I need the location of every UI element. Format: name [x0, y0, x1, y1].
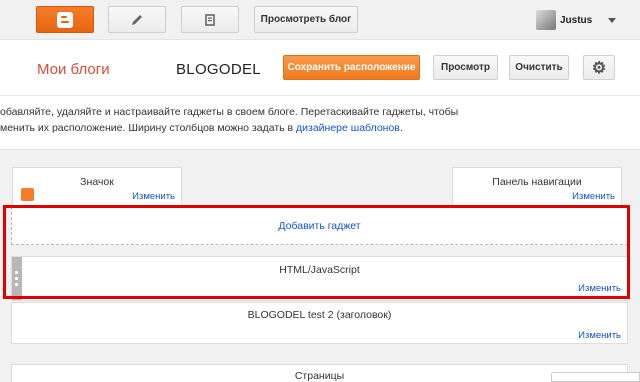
edit-link[interactable]: Изменить — [132, 191, 175, 202]
description-line-1: обавляйте, удаляйте и настраивайте гадже… — [0, 106, 459, 118]
grip-dot-icon — [15, 277, 18, 280]
gadget-title: BLOGODEL test 2 (заголовок) — [247, 309, 392, 321]
preview-button[interactable]: Просмотр — [433, 55, 498, 80]
edit-link[interactable]: Изменить — [578, 283, 621, 294]
my-blogs-link[interactable]: Мои блоги — [37, 61, 110, 78]
blog-header-gadget[interactable]: BLOGODEL test 2 (заголовок) Изменить — [11, 302, 628, 344]
view-blog-button[interactable]: Просмотреть блог — [254, 6, 358, 33]
posts-list-button[interactable] — [181, 6, 239, 33]
settings-button[interactable]: ⚙ — [583, 55, 615, 80]
add-gadget-link[interactable]: Добавить гаджет — [11, 207, 628, 245]
corner-widget[interactable] — [551, 372, 640, 382]
avatar — [536, 10, 556, 30]
favicon-gadget[interactable]: Значок Изменить — [12, 167, 182, 207]
pencil-icon — [132, 14, 142, 25]
new-post-button[interactable] — [108, 6, 166, 33]
layout-description: обавляйте, удаляйте и настраивайте гадже… — [0, 104, 640, 136]
gadget-title: Страницы — [294, 370, 345, 382]
account-menu[interactable]: Justus — [536, 10, 617, 30]
caret-down-icon — [608, 17, 617, 23]
layout-header: Мои блоги BLOGODEL Сохранить расположени… — [0, 41, 640, 96]
save-layout-button[interactable]: Сохранить расположение — [283, 55, 420, 80]
top-bar: Просмотреть блог Justus — [0, 0, 640, 40]
edit-link[interactable]: Изменить — [578, 330, 621, 341]
user-name: Justus — [560, 14, 593, 26]
blogger-home-button[interactable] — [36, 6, 94, 33]
blog-name: BLOGODEL — [176, 61, 261, 78]
html-javascript-gadget[interactable]: HTML/JavaScript Изменить — [11, 256, 628, 301]
gadget-title: Панель навигации — [492, 176, 582, 188]
blogger-favicon-icon — [21, 188, 34, 201]
clear-button[interactable]: Очистить — [509, 55, 569, 80]
edit-link[interactable]: Изменить — [572, 191, 615, 202]
grip-dot-icon — [15, 283, 18, 286]
pages-gadget[interactable]: Страницы — [11, 364, 628, 382]
description-line-2: менить их расположение. Ширину столбцов … — [0, 122, 403, 134]
gadget-title: HTML/JavaScript — [279, 264, 360, 276]
layout-canvas: Значок Изменить Панель навигации Изменит… — [0, 149, 640, 382]
navbar-gadget[interactable]: Панель навигации Изменить — [452, 167, 622, 207]
posts-list-icon — [205, 13, 215, 26]
blogger-logo-icon — [57, 11, 73, 28]
gear-icon: ⚙ — [591, 59, 607, 77]
template-designer-link[interactable]: дизайнере шаблонов — [296, 122, 400, 134]
gadget-title: Значок — [80, 176, 114, 188]
